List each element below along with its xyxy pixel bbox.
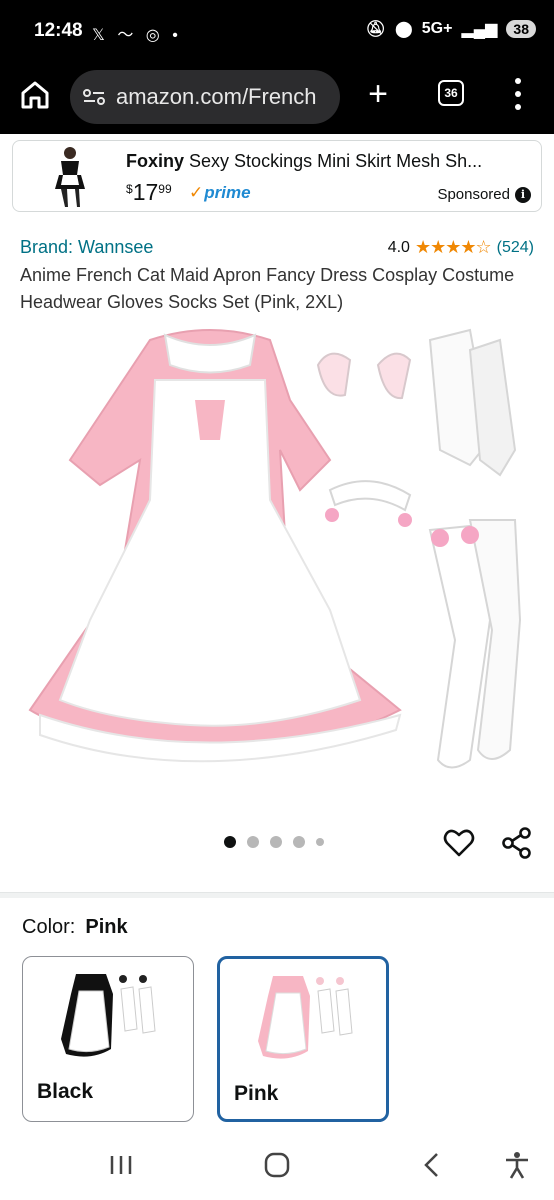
- status-time: 12:48: [34, 20, 83, 41]
- stockings-illustration: [428, 519, 522, 769]
- notification-icons: 𝕏 〜 ◎ •: [92, 27, 182, 44]
- swatch-black-image: [61, 974, 156, 1057]
- tab-switcher-icon[interactable]: 36: [438, 80, 464, 106]
- info-icon[interactable]: i: [515, 186, 531, 203]
- brand-link[interactable]: Brand: Wannsee: [20, 237, 153, 258]
- sponsored-ad-banner[interactable]: Foxiny Sexy Stockings Mini Skirt Mesh Sh…: [12, 140, 542, 212]
- more-menu-icon[interactable]: [510, 78, 526, 110]
- cat-ears-illustration: [316, 352, 412, 400]
- ad-price: $ 17 99: [126, 179, 172, 206]
- site-settings-icon[interactable]: [82, 87, 106, 107]
- home-button[interactable]: [18, 78, 52, 112]
- prime-label: prime: [204, 183, 251, 202]
- swatch-label: Pink: [234, 1082, 279, 1105]
- gloves-illustration: [428, 328, 517, 477]
- image-carousel-dots[interactable]: [224, 836, 324, 848]
- new-tab-icon[interactable]: +: [362, 74, 394, 114]
- ad-price-currency: $: [126, 182, 133, 196]
- battery-indicator: 38: [506, 20, 536, 38]
- prime-check-icon: ✓: [189, 183, 204, 202]
- location-icon: ⬤: [394, 21, 413, 38]
- swatch-pink[interactable]: Pink: [217, 956, 389, 1122]
- mute-icon: 🔕︎: [365, 21, 386, 38]
- browser-chrome: 12:48 𝕏 〜 ◎ • 🔕︎ ⬤ 5G+ ▂▄▆ 38 amazon.com…: [0, 0, 554, 134]
- rating-stars-icon: ★★★★☆: [414, 237, 492, 257]
- signal-icon: ▂▄▆: [461, 21, 498, 38]
- system-navigation-bar: [0, 1130, 554, 1200]
- carousel-dot[interactable]: [247, 836, 259, 848]
- product-image[interactable]: [0, 320, 554, 790]
- rating-value: 4.0: [387, 238, 410, 256]
- selected-color: Pink: [85, 916, 128, 938]
- prime-badge: ✓prime: [189, 183, 251, 203]
- url-text: amazon.com/French: [116, 84, 317, 109]
- product-rating[interactable]: 4.0 ★★★★☆ (524): [388, 237, 534, 258]
- swatch-label: Black: [37, 1080, 94, 1103]
- home-icon: [21, 81, 49, 109]
- carousel-dot[interactable]: [316, 838, 324, 846]
- ad-product-thumbnail: [55, 147, 85, 207]
- status-bar: 12:48 𝕏 〜 ◎ • 🔕︎ ⬤ 5G+ ▂▄▆ 38: [0, 0, 554, 64]
- share-icon[interactable]: [500, 826, 534, 860]
- swatch-pink-image: [258, 976, 353, 1059]
- ad-price-fraction: 99: [158, 182, 172, 196]
- browser-toolbar: amazon.com/French + 36: [0, 64, 554, 134]
- home-nav-icon[interactable]: [262, 1150, 292, 1180]
- carousel-dot[interactable]: [224, 836, 236, 848]
- address-bar[interactable]: amazon.com/French: [70, 70, 340, 124]
- product-title: Anime French Cat Maid Apron Fancy Dress …: [20, 265, 515, 312]
- recents-icon[interactable]: [108, 1150, 134, 1180]
- heart-icon[interactable]: [442, 826, 476, 860]
- ad-title: Foxiny Sexy Stockings Mini Skirt Mesh Sh…: [126, 151, 536, 172]
- ad-title-text: Sexy Stockings Mini Skirt Mesh Sh...: [189, 151, 483, 171]
- color-label: Color:: [22, 916, 76, 938]
- section-divider: [0, 892, 554, 898]
- sponsored-text: Sponsored: [437, 186, 510, 203]
- tab-count: 36: [444, 86, 458, 100]
- swatch-black[interactable]: Black: [22, 956, 194, 1122]
- ad-brand: Foxiny: [126, 151, 185, 171]
- ad-price-whole: 17: [132, 179, 159, 205]
- headband-illustration: [325, 480, 412, 527]
- carousel-dot[interactable]: [293, 836, 305, 848]
- status-right: 🔕︎ ⬤ 5G+ ▂▄▆ 38: [366, 19, 536, 39]
- color-selector-label: Color: Pink: [22, 916, 128, 939]
- accessibility-icon[interactable]: [504, 1150, 530, 1180]
- rating-count[interactable]: (524): [497, 239, 534, 257]
- network-label: 5G+: [421, 20, 453, 37]
- sponsored-label[interactable]: Sponsored i: [437, 186, 531, 203]
- back-icon[interactable]: [420, 1150, 444, 1180]
- carousel-dot[interactable]: [270, 836, 282, 848]
